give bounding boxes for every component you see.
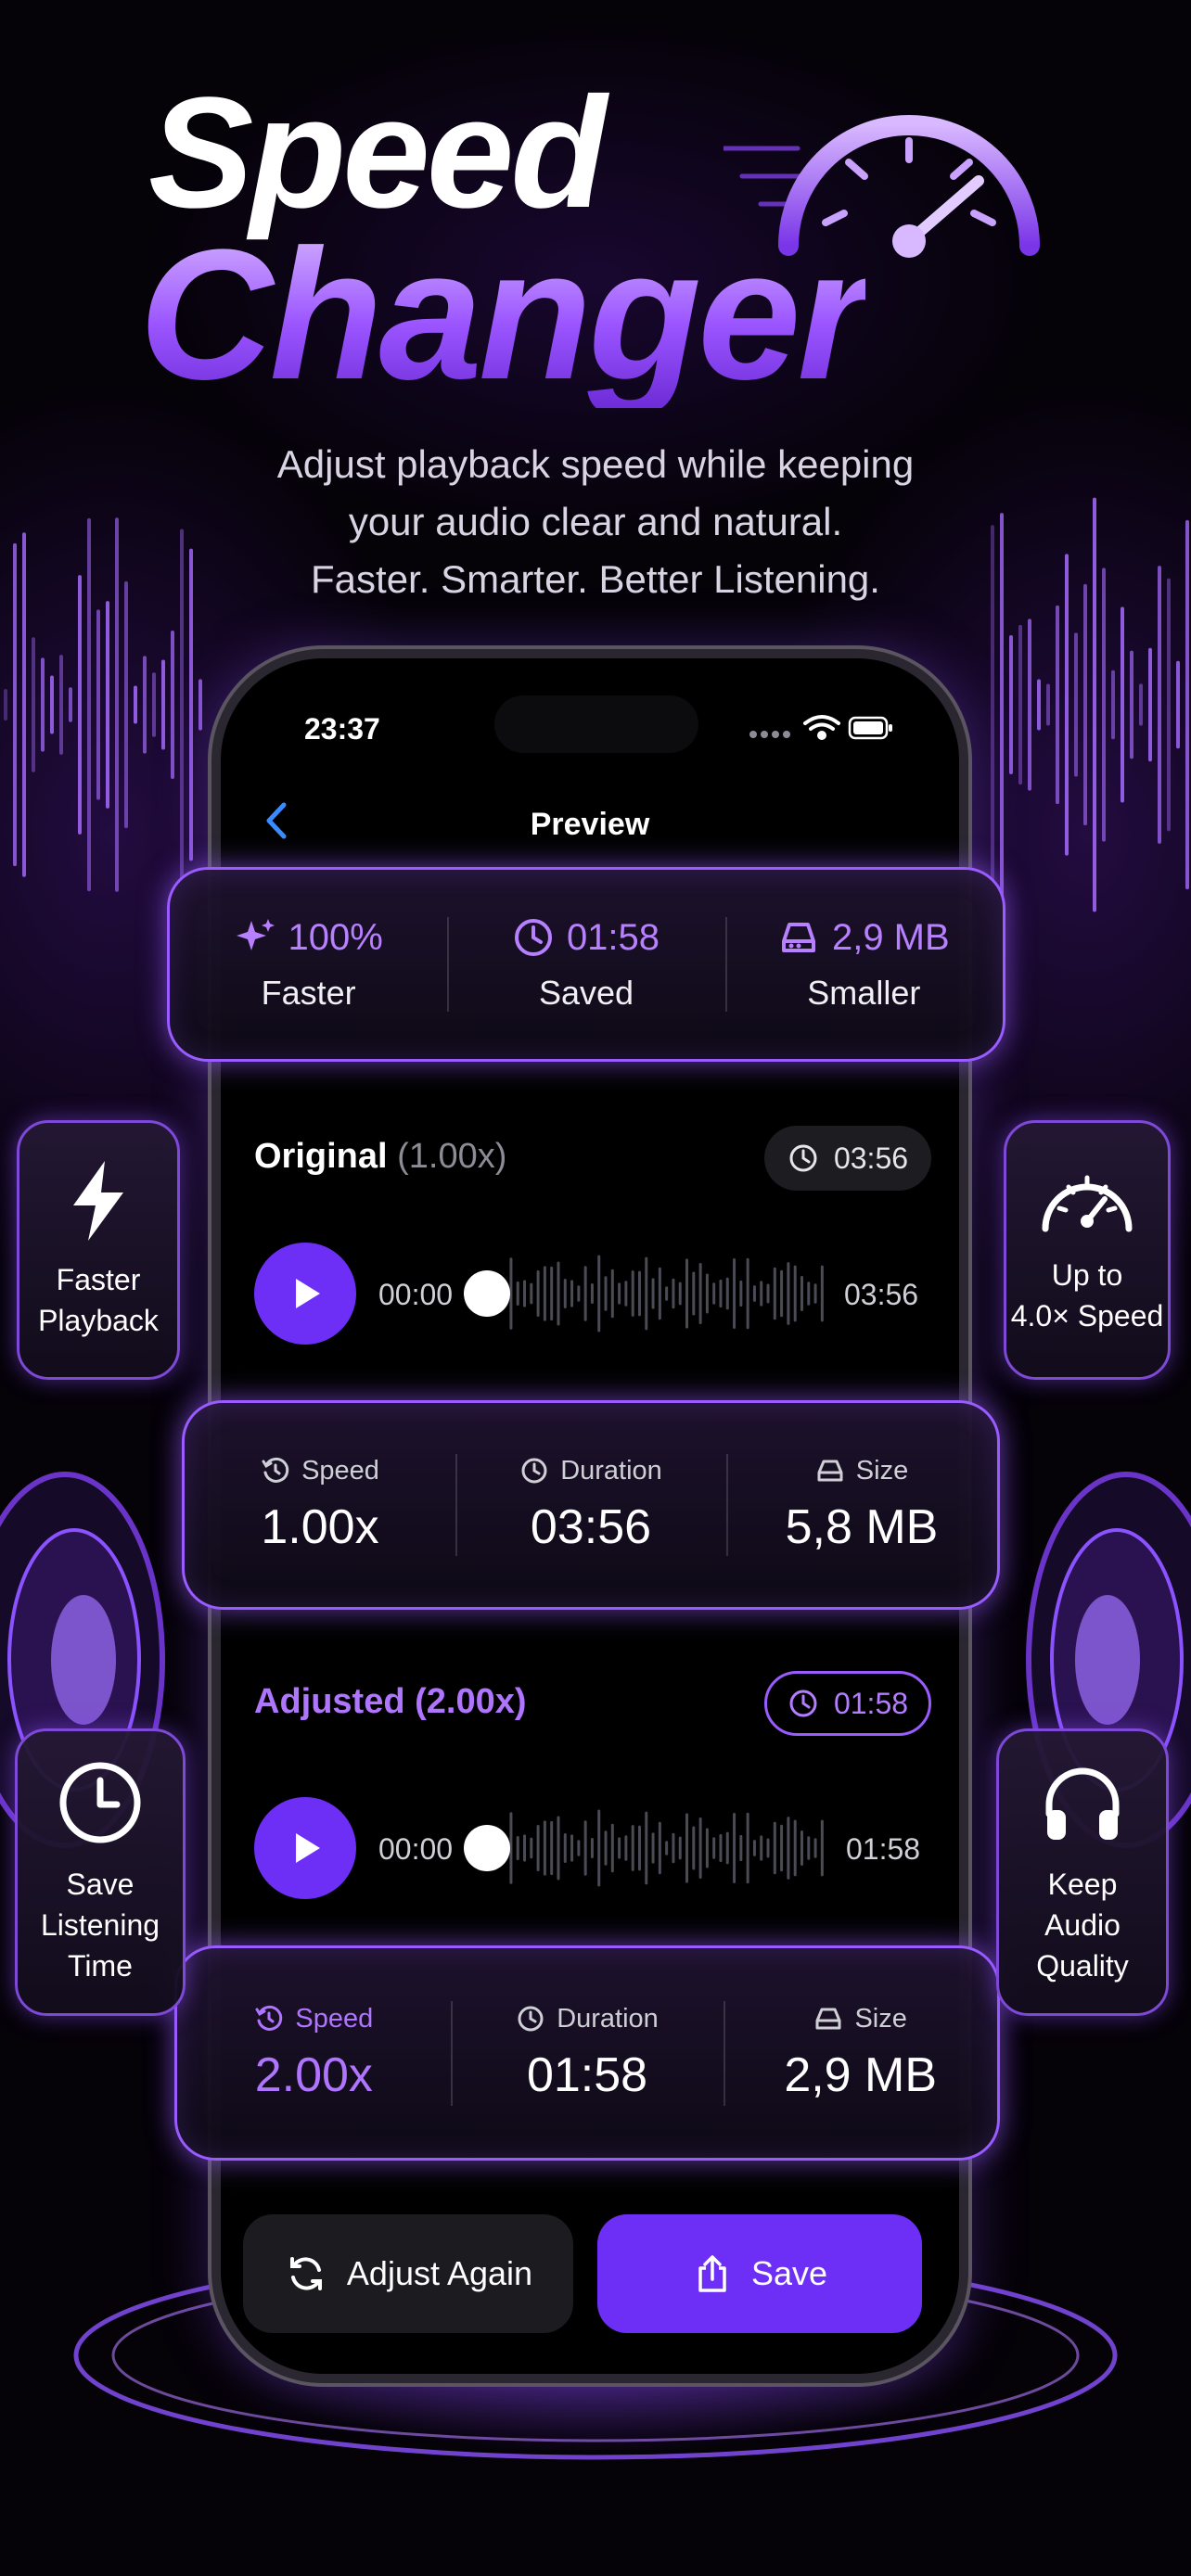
- feature-save-time: Save Listening Time: [15, 1728, 186, 2016]
- summary-value: 2,9 MB: [831, 916, 950, 958]
- play-icon: [296, 1833, 320, 1863]
- drive-icon: [815, 2008, 841, 2030]
- savings-summary-card: 100% Faster 01:58 Saved 2,9 MB Smaller: [167, 867, 1005, 1062]
- drive-icon: [817, 1460, 843, 1482]
- lightning-icon: [73, 1161, 123, 1241]
- feature-label: Save Listening Time: [40, 1868, 160, 1983]
- status-icons: [749, 715, 892, 740]
- hero-subtitle: Adjust playback speed while keeping your…: [0, 436, 1191, 608]
- clock-icon: [789, 1144, 817, 1172]
- feature-up-to-speed: Up to 4.0× Speed: [1004, 1120, 1171, 1380]
- feature-faster-playback: Faster Playback: [17, 1120, 180, 1380]
- stat-value: 2.00x: [254, 2047, 373, 2102]
- subtitle-line: Faster. Smarter. Better Listening.: [311, 557, 880, 601]
- original-seek-knob[interactable]: [464, 1270, 510, 1317]
- original-label: Original: [254, 1137, 388, 1176]
- wifi-icon: [803, 715, 840, 740]
- adjusted-track-label: Adjusted (2.00x): [254, 1682, 527, 1721]
- summary-value: 01:58: [566, 916, 660, 958]
- summary-value: 100%: [288, 916, 383, 958]
- adjusted-stat-speed: Speed 2.00x: [177, 1948, 451, 2158]
- stat-value: 03:56: [530, 1499, 652, 1554]
- feature-label: Faster Playback: [38, 1263, 159, 1337]
- play-icon: [296, 1279, 320, 1308]
- stat-label: Speed: [301, 1455, 379, 1486]
- clock-icon: [789, 1690, 817, 1717]
- dynamic-island: [494, 695, 698, 753]
- stat-label: Size: [855, 1455, 909, 1486]
- original-stat-size: Size 5,8 MB: [726, 1403, 997, 1607]
- summary-saved: 01:58 Saved: [447, 870, 724, 1059]
- cellular-signal-icon: [749, 731, 790, 738]
- original-play-button[interactable]: [254, 1243, 356, 1345]
- clock-icon: [59, 1762, 141, 1843]
- clock-icon: [514, 919, 552, 956]
- adjusted-stats-card: Speed 2.00x Duration 01:58 Size 2,9 MB: [174, 1945, 1000, 2161]
- stat-value: 5,8 MB: [785, 1499, 939, 1554]
- duration-badge-text: 03:56: [833, 1141, 909, 1175]
- summary-label: Faster: [261, 973, 356, 1012]
- original-current-time: 00:00: [378, 1278, 454, 1311]
- stat-label: Duration: [560, 1455, 662, 1486]
- summary-label: Saved: [538, 973, 634, 1012]
- battery-icon: [848, 716, 892, 740]
- status-time: 23:37: [304, 712, 380, 746]
- adjusted-end-time: 01:58: [846, 1832, 921, 1866]
- adjusted-play-button[interactable]: [254, 1797, 356, 1899]
- original-stats-card: Speed 1.00x Duration 03:56 Size 5,8 MB: [182, 1400, 1000, 1610]
- subtitle-line: Adjust playback speed while keeping: [276, 442, 915, 486]
- original-waveform[interactable]: [501, 1252, 826, 1335]
- stat-value: 1.00x: [261, 1499, 379, 1554]
- adjusted-duration-badge: 01:58: [764, 1671, 931, 1736]
- stat-value: 01:58: [526, 2047, 648, 2102]
- original-multiplier: (1.00x): [397, 1137, 507, 1176]
- adjusted-waveform[interactable]: [501, 1806, 826, 1890]
- adjusted-current-time: 00:00: [378, 1832, 454, 1866]
- headphones-icon: [1045, 1767, 1120, 1840]
- adjusted-stat-size: Size 2,9 MB: [724, 1948, 997, 2158]
- stat-label: Speed: [295, 2003, 374, 2034]
- speed-icon: [255, 2005, 283, 2031]
- clock-icon: [521, 1458, 547, 1484]
- summary-label: Smaller: [807, 973, 921, 1012]
- summary-smaller: 2,9 MB Smaller: [724, 870, 1003, 1059]
- original-stat-speed: Speed 1.00x: [185, 1403, 455, 1607]
- adjust-again-button[interactable]: Adjust Again: [243, 2214, 573, 2333]
- stat-label: Duration: [557, 2003, 659, 2034]
- refresh-icon: [289, 2257, 322, 2290]
- feature-keep-quality: Keep Audio Quality: [996, 1728, 1169, 2016]
- hero-title-speed: Speed: [148, 65, 607, 241]
- stat-label: Size: [854, 2003, 907, 2034]
- original-end-time: 03:56: [844, 1278, 919, 1311]
- subtitle-line: your audio clear and natural.: [348, 500, 843, 543]
- speedometer-icon: [724, 115, 1040, 258]
- original-stat-duration: Duration 03:56: [455, 1403, 726, 1607]
- summary-faster: 100% Faster: [170, 870, 447, 1059]
- feature-label: Up to 4.0× Speed: [1010, 1258, 1164, 1333]
- stat-value: 2,9 MB: [784, 2047, 938, 2102]
- share-icon: [698, 2255, 726, 2292]
- original-duration-badge: 03:56: [764, 1126, 931, 1191]
- save-label: Save: [750, 2254, 828, 2292]
- adjusted-seek-knob[interactable]: [464, 1825, 510, 1871]
- adjusted-stat-duration: Duration 01:58: [450, 1948, 724, 2158]
- gauge-icon: [1042, 1175, 1133, 1232]
- drive-icon: [781, 923, 815, 952]
- nav-title: Preview: [530, 807, 650, 842]
- original-track-label: Original (1.00x): [254, 1137, 506, 1177]
- adjust-again-label: Adjust Again: [346, 2254, 533, 2292]
- duration-badge-text: 01:58: [833, 1686, 909, 1720]
- speed-icon: [262, 1457, 289, 1483]
- sparkles-icon: [236, 919, 275, 950]
- feature-label: Keep Audio Quality: [1036, 1868, 1129, 1983]
- clock-icon: [518, 2006, 544, 2032]
- save-button[interactable]: Save: [597, 2214, 922, 2333]
